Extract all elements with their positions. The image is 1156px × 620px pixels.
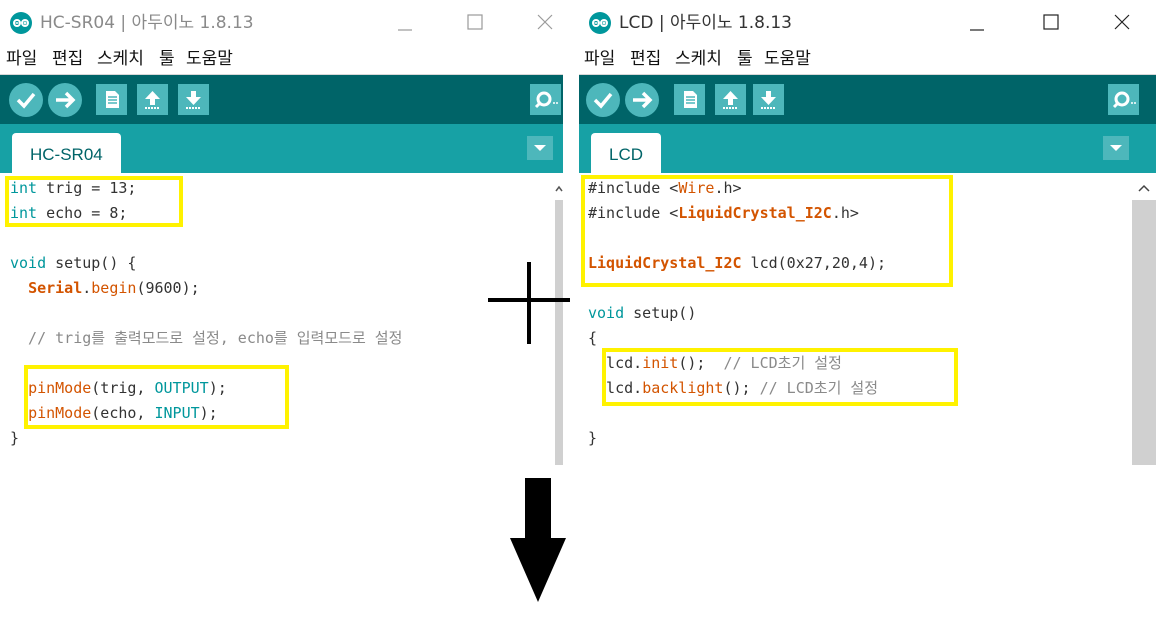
code-token: setup() { xyxy=(46,254,137,272)
close-icon[interactable] xyxy=(528,8,562,38)
menu-edit[interactable]: 편집 xyxy=(630,47,661,71)
code-token: } xyxy=(588,429,598,447)
menu-sketch[interactable]: 스케치 xyxy=(97,47,144,71)
left-ide-window: HC-SR04 | 아두이노 1.8.13 파일 편집 스케치 툴 도움말 HC… xyxy=(0,0,563,465)
save-icon[interactable] xyxy=(178,84,209,115)
open-icon[interactable] xyxy=(715,84,746,115)
toolbar xyxy=(0,75,563,124)
menu-tools[interactable]: 툴 xyxy=(737,47,753,71)
menu-bar: 파일 편집 스케치 툴 도움말 xyxy=(579,44,1156,74)
code-line: } xyxy=(10,426,19,451)
highlight-box xyxy=(602,348,958,406)
code-token: begin xyxy=(91,279,137,297)
code-token: (9600); xyxy=(136,279,200,297)
verify-icon[interactable] xyxy=(586,83,620,117)
menu-tools[interactable]: 툴 xyxy=(159,47,175,71)
menu-help[interactable]: 도움말 xyxy=(186,47,233,71)
code-token: void xyxy=(10,254,47,272)
new-sketch-icon[interactable] xyxy=(96,84,127,115)
open-icon[interactable] xyxy=(137,84,168,115)
highlight-box xyxy=(5,176,183,227)
scroll-up-icon[interactable] xyxy=(555,176,563,200)
close-icon[interactable] xyxy=(1105,8,1139,38)
code-line: void setup() xyxy=(588,301,696,326)
code-token: void xyxy=(588,304,625,322)
code-token: } xyxy=(10,429,20,447)
code-token: { xyxy=(588,329,598,347)
scroll-track[interactable] xyxy=(1132,200,1156,465)
plus-sign-icon xyxy=(488,262,570,344)
right-ide-window: LCD | 아두이노 1.8.13 파일 편집 스케치 툴 도움말 LCD #i… xyxy=(579,0,1156,465)
title-bar: HC-SR04 | 아두이노 1.8.13 xyxy=(0,0,563,44)
title-bar: LCD | 아두이노 1.8.13 xyxy=(579,0,1156,44)
maximize-icon[interactable] xyxy=(458,8,492,38)
code-line: } xyxy=(588,426,597,451)
window-title: LCD | 아두이노 1.8.13 xyxy=(619,13,793,33)
code-token: Serial xyxy=(28,279,83,297)
sketch-tab[interactable]: HC-SR04 xyxy=(12,133,121,173)
serial-monitor-icon[interactable] xyxy=(530,84,561,115)
code-line: void setup() { xyxy=(10,251,136,276)
code-token: . xyxy=(82,279,92,297)
arduino-logo-icon xyxy=(589,12,611,34)
minimize-icon[interactable] xyxy=(388,8,422,38)
highlight-box xyxy=(24,365,289,429)
tab-bar: LCD xyxy=(579,124,1156,173)
window-title: HC-SR04 | 아두이노 1.8.13 xyxy=(40,13,254,33)
minimize-icon[interactable] xyxy=(960,8,994,38)
code-comment: // trig를 출력모드로 설정, echo를 입력모드로 설정 xyxy=(10,329,403,347)
tab-menu-icon[interactable] xyxy=(1103,136,1129,160)
toolbar xyxy=(579,75,1156,124)
code-line: // trig를 출력모드로 설정, echo를 입력모드로 설정 xyxy=(10,326,402,351)
upload-icon[interactable] xyxy=(625,83,659,117)
highlight-box xyxy=(581,175,953,287)
new-sketch-icon[interactable] xyxy=(674,84,705,115)
serial-monitor-icon[interactable] xyxy=(1108,84,1139,115)
save-icon[interactable] xyxy=(753,84,784,115)
menu-file[interactable]: 파일 xyxy=(6,47,37,71)
arrow-down-icon xyxy=(510,478,566,602)
menu-file[interactable]: 파일 xyxy=(584,47,615,71)
code-token: setup() xyxy=(624,304,697,322)
code-line: { xyxy=(588,326,597,351)
sketch-tab[interactable]: LCD xyxy=(591,133,662,173)
menu-sketch[interactable]: 스케치 xyxy=(675,47,722,71)
tab-bar: HC-SR04 xyxy=(0,124,563,173)
maximize-icon[interactable] xyxy=(1034,8,1068,38)
arduino-logo-icon xyxy=(10,12,32,34)
menu-help[interactable]: 도움말 xyxy=(764,47,811,71)
code-line: Serial.begin(9600); xyxy=(10,276,200,301)
upload-icon[interactable] xyxy=(48,83,82,117)
vertical-scrollbar[interactable] xyxy=(1132,176,1156,465)
scroll-up-icon[interactable] xyxy=(1132,176,1156,200)
tab-menu-icon[interactable] xyxy=(527,136,553,160)
verify-icon[interactable] xyxy=(9,83,43,117)
menu-edit[interactable]: 편집 xyxy=(52,47,83,71)
menu-bar: 파일 편집 스케치 툴 도움말 xyxy=(0,44,563,74)
